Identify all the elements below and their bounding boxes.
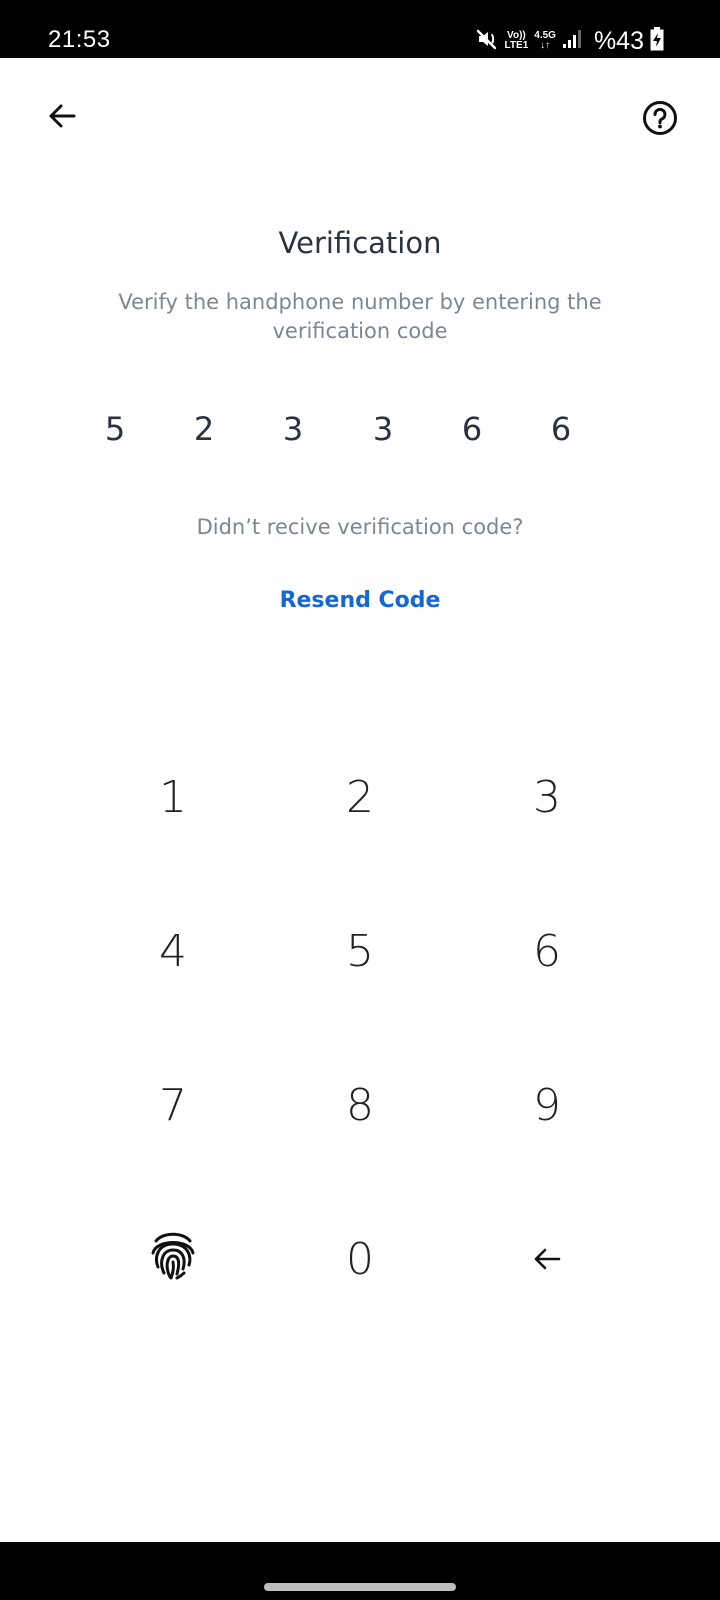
code-digit-6: 6 [550,410,572,448]
resend-code-button[interactable]: Resend Code [260,588,460,613]
code-digit-4: 3 [372,410,394,448]
question-circle-icon [642,100,678,141]
fingerprint-button[interactable] [113,1214,233,1304]
code-digit-5: 6 [461,410,483,448]
back-button[interactable] [40,96,84,140]
key-1[interactable]: 1 [113,752,233,842]
page-title: Verification [278,226,442,260]
help-button[interactable] [640,100,680,140]
arrow-left-icon [46,100,78,137]
status-icons: Vo)) LTE1 4.5G ↓↑ %43 [475,24,664,58]
key-8[interactable]: 8 [300,1060,420,1150]
backspace-button[interactable] [487,1214,607,1304]
battery-charging-icon [650,26,664,56]
lte-label: LTE1 [504,40,529,51]
key-6[interactable]: 6 [487,906,607,996]
key-5[interactable]: 5 [300,906,420,996]
key-0[interactable]: 0 [300,1214,420,1304]
signal-icon [562,29,584,54]
key-4[interactable]: 4 [113,906,233,996]
home-gesture-pill[interactable] [264,1583,456,1591]
fingerprint-icon [148,1227,198,1292]
key-9[interactable]: 9 [487,1060,607,1150]
verification-code-display: 5 2 3 3 6 6 [85,410,631,460]
key-7[interactable]: 7 [113,1060,233,1150]
status-bar: 21:53 Vo)) LTE1 4.5G ↓↑ %43 [0,0,720,58]
code-digit-2: 2 [193,410,215,448]
code-digit-3: 3 [282,410,304,448]
system-nav-bar [0,1542,720,1600]
backspace-arrow-icon [532,1234,562,1285]
battery-percent: %43 [593,26,644,55]
network-gen-indicator: 4.5G ↓↑ [534,31,556,51]
key-2[interactable]: 2 [300,752,420,842]
didnt-receive-text: Didn’t recive verification code? [196,515,524,539]
page-subtitle: Verify the handphone number by entering … [118,290,602,343]
data-arrows-icon: ↓↑ [540,40,551,51]
key-3[interactable]: 3 [487,752,607,842]
status-time: 21:53 [48,26,111,53]
mute-icon [475,27,499,56]
volte-indicator: Vo)) LTE1 [505,31,529,51]
code-digit-1: 5 [104,410,126,448]
